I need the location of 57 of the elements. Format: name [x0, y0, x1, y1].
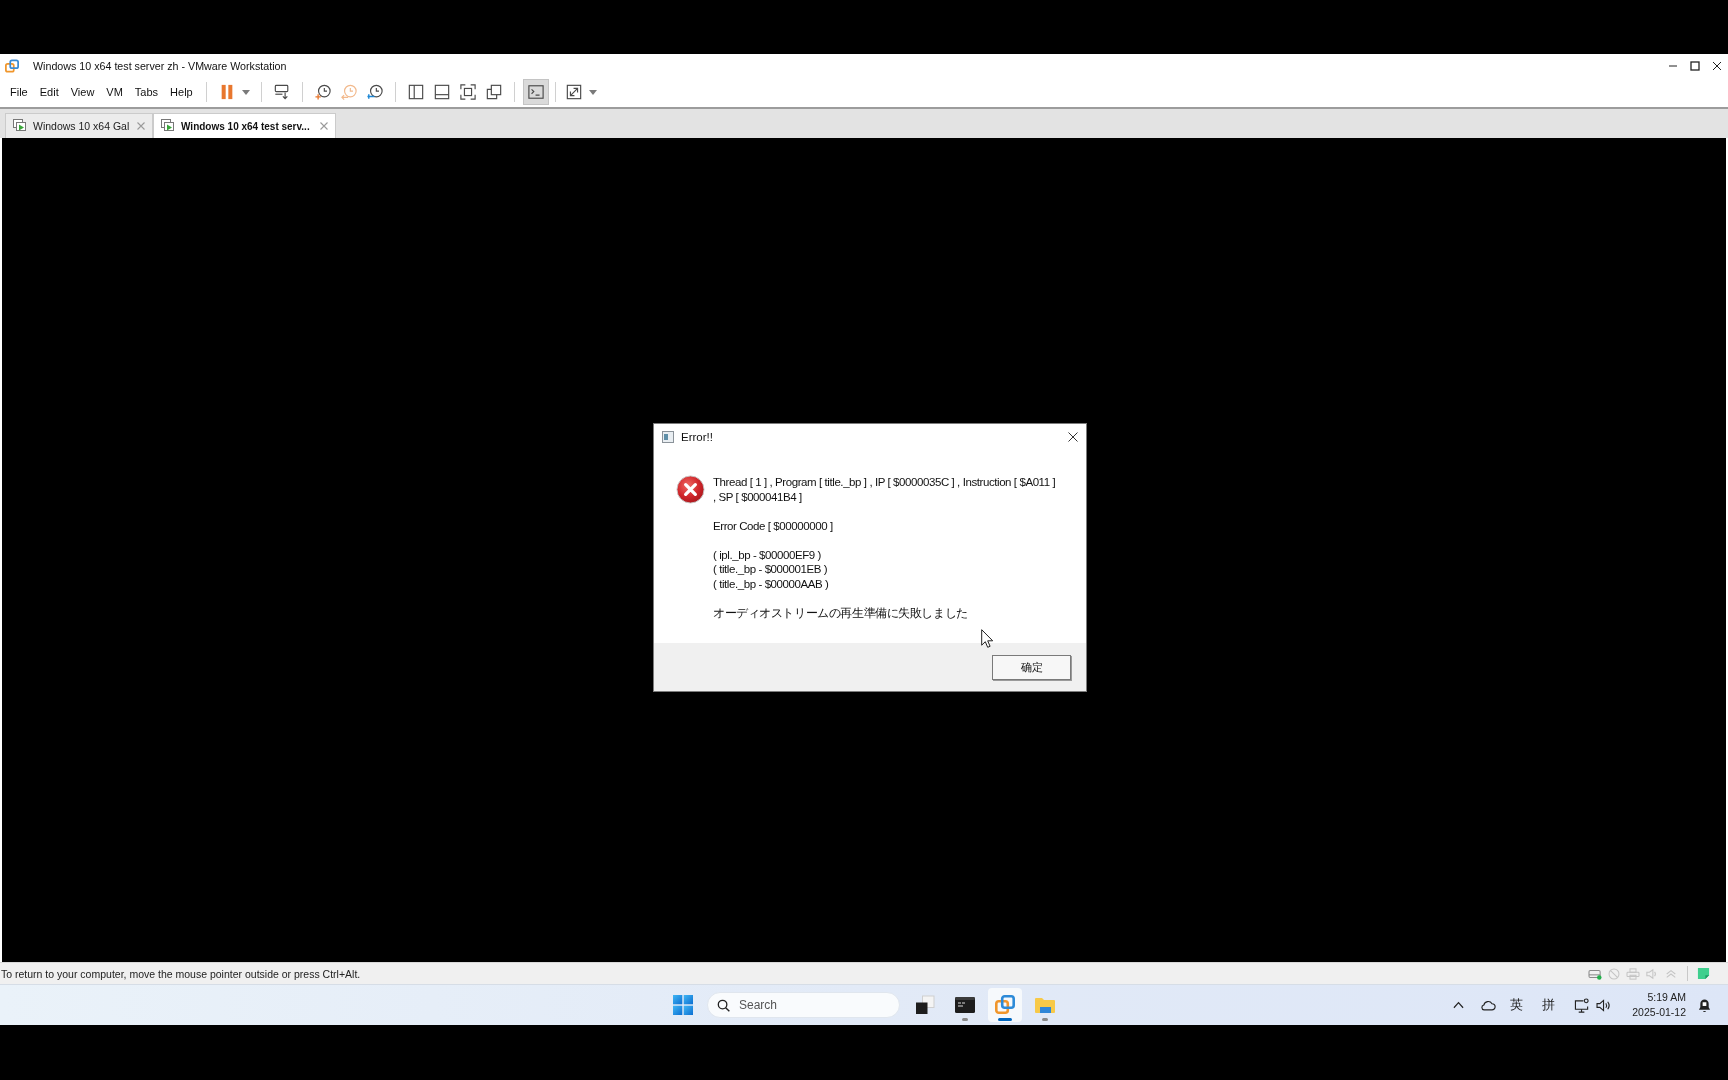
vm-tab[interactable]: Windows 10 x64 Gal [5, 113, 153, 138]
menu-item[interactable]: File [4, 81, 34, 103]
menu-item[interactable]: Help [164, 81, 199, 103]
monitor-icon[interactable] [1574, 997, 1591, 1013]
close-icon[interactable] [1068, 431, 1078, 442]
panel-layout-icon[interactable] [433, 84, 450, 100]
chevron-up-icon[interactable] [1453, 1001, 1465, 1009]
clock-wrench-icon[interactable] [366, 84, 383, 100]
terminal-icon [955, 995, 975, 1015]
maximize-icon[interactable] [1690, 60, 1700, 71]
overlapping-squares-icon [995, 995, 1015, 1015]
search-field[interactable]: Search [707, 992, 900, 1018]
expand-icon[interactable] [565, 84, 582, 100]
drive-icon[interactable] [1588, 967, 1602, 980]
play-window-icon [13, 119, 27, 133]
error-message-text: Thread [ 1 ] , Program [ title._bp ] , IP [ $0000035C ] , Instruction [ $A011 ] , SP [ $000041B4 ] [713, 475, 1056, 504]
play-window-icon [161, 119, 175, 133]
sidebar-layout-icon[interactable] [407, 84, 424, 100]
folder-icon [1035, 995, 1055, 1015]
menu-item[interactable]: Edit [33, 81, 65, 103]
monitor-arrow-icon[interactable] [273, 84, 290, 100]
input-mode-indicator[interactable]: 英 [1510, 996, 1524, 1014]
menu-item[interactable]: View [64, 81, 101, 103]
stacked-squares-icon [915, 995, 935, 1015]
clock-plus-icon[interactable] [314, 84, 331, 100]
tab-label: Windows 10 x64 test serv... [181, 120, 310, 132]
start-icon[interactable] [673, 995, 693, 1015]
error-message-text: ( ipl._bp - $00000EF9 ) ( title._bp - $000001EB ) ( title._bp - $00000AAB ) [713, 547, 830, 591]
app-window-icon [662, 430, 674, 443]
search-icon [717, 998, 730, 1012]
clock-date[interactable]: 2025-01-12 [1632, 1005, 1686, 1020]
tab-label: Windows 10 x64 Gal [33, 120, 130, 132]
status-text: To return to your computer, move the mouse pointer outside or press Ctrl+Alt. [0, 967, 361, 980]
caret-icon[interactable] [588, 89, 597, 95]
overlapping-squares-icon[interactable] [485, 84, 502, 100]
menu-item[interactable]: Tabs [128, 81, 165, 103]
note-icon[interactable] [1697, 967, 1710, 980]
error-message-text: Error Code [ $00000000 ] [713, 518, 834, 533]
mouse-pointer-icon [981, 629, 993, 648]
speaker-icon[interactable] [1596, 998, 1613, 1012]
dialog-title: Error!! [681, 430, 713, 443]
fit-frame-icon[interactable] [459, 84, 476, 100]
ok-button[interactable]: 确定 [992, 654, 1071, 680]
vm-tab[interactable]: Windows 10 x64 test serv... [153, 113, 336, 138]
console-view-button[interactable] [522, 79, 549, 105]
error-message-text: オーディオストリームの再生準備に失敗しました [713, 605, 969, 620]
cloud-icon[interactable] [1480, 999, 1497, 1011]
menu-item[interactable]: VM [100, 81, 129, 103]
caret-icon[interactable] [241, 89, 250, 95]
window-title: Windows 10 x64 test server zh - VMware Workstation [33, 59, 287, 72]
app-logo-icon [5, 58, 19, 73]
clock-time[interactable]: 5:19 AM [1647, 990, 1686, 1005]
terminal-icon[interactable] [527, 84, 544, 100]
error-icon [676, 475, 705, 504]
close-icon[interactable] [1712, 60, 1722, 71]
input-mode-indicator[interactable]: 拼 [1542, 996, 1556, 1014]
bell-icon[interactable] [1698, 997, 1711, 1013]
